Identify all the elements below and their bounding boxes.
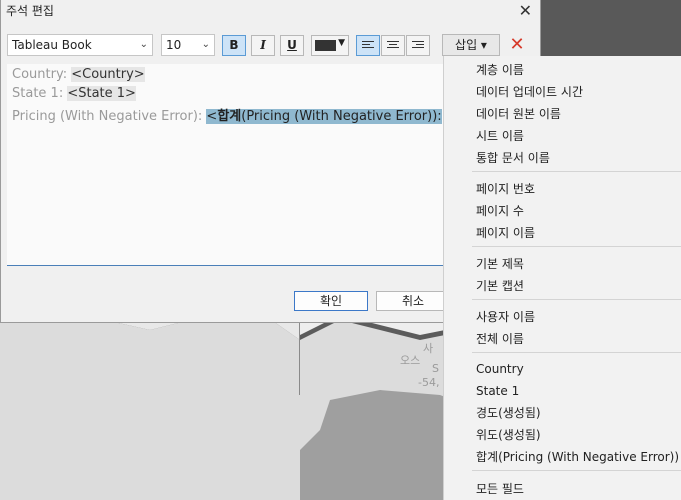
- italic-button[interactable]: I: [251, 35, 275, 56]
- menu-item[interactable]: State 1: [476, 384, 519, 398]
- menu-item[interactable]: 시트 이름: [476, 127, 524, 144]
- chevron-down-icon: ⌄: [139, 39, 148, 50]
- font-size-value: 10: [166, 38, 182, 52]
- menu-item[interactable]: 계층 이름: [476, 61, 524, 78]
- menu-item[interactable]: 모든 필드: [476, 480, 524, 497]
- clear-x-icon[interactable]: ✕: [505, 34, 529, 56]
- align-center-button[interactable]: [381, 35, 405, 56]
- close-icon[interactable]: ✕: [519, 1, 532, 20]
- menu-separator: [472, 171, 681, 172]
- insert-menu: 계층 이름 데이터 업데이트 시간 데이터 원본 이름 시트 이름 통합 문서 …: [443, 56, 681, 500]
- title-bar: 주석 편집 ✕: [1, 0, 542, 22]
- field-token-selected: <합계(Pricing (With Negative Error)):: [206, 109, 442, 124]
- cancel-button[interactable]: 취소: [376, 291, 450, 311]
- field-token: <Country>: [71, 67, 145, 82]
- font-family-value: Tableau Book: [12, 38, 92, 52]
- ok-button[interactable]: 확인: [294, 291, 368, 311]
- menu-item[interactable]: 페이지 번호: [476, 180, 535, 197]
- insert-button[interactable]: 삽입 ▾: [442, 34, 500, 56]
- annotation-text-editor[interactable]: Country: <Country> State 1: <State 1> Pr…: [7, 64, 443, 266]
- menu-item[interactable]: 데이터 업데이트 시간: [476, 83, 583, 100]
- align-right-button[interactable]: [406, 35, 430, 56]
- align-left-icon: [362, 41, 374, 51]
- font-family-select[interactable]: Tableau Book ⌄: [7, 34, 153, 56]
- token-aggregation: 합계: [217, 109, 242, 124]
- menu-item[interactable]: 기본 캡션: [476, 277, 524, 294]
- color-swatch: [315, 40, 336, 51]
- menu-separator: [472, 352, 681, 353]
- menu-separator: [472, 246, 681, 247]
- menu-item[interactable]: Country: [476, 362, 524, 376]
- field-label: Country:: [12, 67, 72, 82]
- menu-separator: [472, 470, 681, 471]
- map-label: 오스: [400, 354, 421, 367]
- underline-button[interactable]: U: [280, 35, 304, 56]
- editor-line: Pricing (With Negative Error): <합계(Prici…: [12, 105, 442, 124]
- dialog-title: 주석 편집: [6, 4, 54, 18]
- map-divider-line: [299, 323, 300, 395]
- text-color-picker[interactable]: ▼: [311, 35, 349, 56]
- menu-item[interactable]: 데이터 원본 이름: [476, 105, 561, 122]
- token-prefix: <: [206, 109, 218, 124]
- token-field: (Pricing (With Negative Error)):: [241, 109, 442, 124]
- editor-line: Country: <Country>: [12, 67, 145, 82]
- menu-item[interactable]: 합계(Pricing (With Negative Error)): [476, 448, 679, 465]
- bold-button[interactable]: B: [222, 35, 246, 56]
- font-size-select[interactable]: 10 ⌄: [161, 34, 215, 56]
- chevron-down-icon: ⌄: [201, 39, 210, 50]
- align-left-button[interactable]: [356, 35, 380, 56]
- map-label: -54,: [418, 376, 440, 389]
- menu-item[interactable]: 페이지 수: [476, 202, 524, 219]
- chevron-down-icon: ▼: [338, 38, 345, 48]
- menu-item[interactable]: 기본 제목: [476, 255, 524, 272]
- align-center-icon: [387, 41, 399, 51]
- menu-item[interactable]: 페이지 이름: [476, 224, 535, 241]
- field-token: <State 1>: [67, 86, 136, 101]
- menu-separator: [472, 299, 681, 300]
- menu-item[interactable]: 경도(생성됨): [476, 404, 541, 421]
- menu-item[interactable]: 통합 문서 이름: [476, 149, 550, 166]
- map-label: S: [432, 362, 439, 375]
- menu-item[interactable]: 사용자 이름: [476, 308, 535, 325]
- editor-line: State 1: <State 1>: [12, 86, 136, 101]
- menu-item[interactable]: 전체 이름: [476, 330, 524, 347]
- align-right-icon: [412, 41, 424, 51]
- map-label: 사: [423, 342, 434, 355]
- field-label: Pricing (With Negative Error):: [12, 109, 207, 124]
- format-toolbar: Tableau Book ⌄ 10 ⌄ B I U ▼ 삽입 ▾ ✕: [7, 34, 537, 58]
- menu-item[interactable]: 위도(생성됨): [476, 426, 541, 443]
- field-label: State 1:: [12, 86, 68, 101]
